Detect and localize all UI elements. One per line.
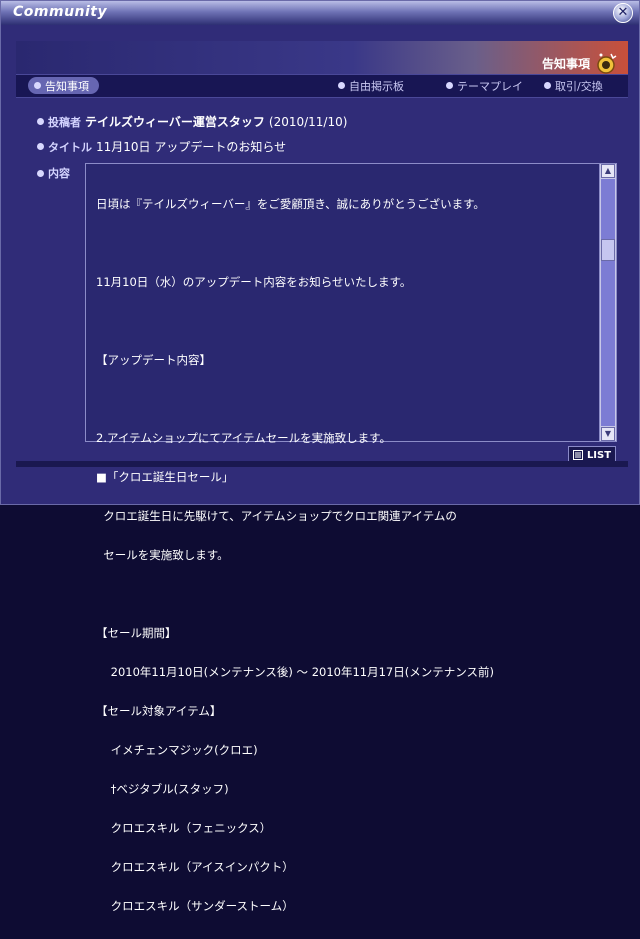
list-button-label: LIST (586, 449, 612, 461)
content-line: 【セール期間】 (96, 626, 177, 640)
notice-badge-label: 告知事項 (541, 56, 590, 71)
post-content-box[interactable]: 日頃は『テイルズウィーバー』をご愛顧頂き、誠にありがとうございます。 11月10… (85, 163, 617, 913)
content-line (96, 588, 596, 601)
tab-trade[interactable]: 取引/交換 (544, 77, 603, 94)
list-icon (572, 450, 583, 460)
author-label: 投稿者 (48, 115, 81, 129)
tab-label: 告知事項 (45, 79, 89, 93)
notice-badge: 告知事項 (542, 49, 618, 77)
tab-bar: 告知事項 自由掲示板 テーマプレイ 取引/交換 (16, 74, 628, 98)
window-body: 告知事項 告知事項 自由掲示板 テーマプレイ 取引/交換 投稿者 テイルズウィー… (1, 25, 639, 913)
content-line (96, 237, 596, 250)
post-content: 日頃は『テイルズウィーバー』をご愛顧頂き、誠にありがとうございます。 11月10… (96, 172, 596, 939)
megaphone-icon (597, 53, 617, 74)
content-line: クロエ誕生日に先駆けて、アイテムショップでクロエ関連アイテムの (96, 509, 457, 523)
content-line: 【セール対象アイテム】 (96, 704, 222, 718)
tab-free-board[interactable]: 自由掲示板 (338, 77, 404, 94)
title-bar[interactable]: Community ✕ (1, 1, 639, 25)
bullet-icon (37, 143, 44, 150)
content-line: 2010年11月10日(メンテナンス後) 〜 2010年11月17日(メンテナン… (96, 665, 494, 679)
content-line: 11月10日（水）のアップデート内容をお知らせいたします。 (96, 275, 412, 289)
close-icon: ✕ (617, 5, 629, 20)
content-line: 日頃は『テイルズウィーバー』をご愛顧頂き、誠にありがとうございます。 (96, 197, 485, 211)
content-line: イメチェンマジック(クロエ) (96, 743, 258, 757)
author-name: テイルズウィーバー運営スタッフ (85, 115, 265, 129)
tab-notices[interactable]: 告知事項 (28, 77, 99, 94)
content-line: セールを実施致します。 (96, 548, 229, 562)
content-line: クロエスキル（サンダーストーム） (96, 899, 294, 913)
scroll-thumb[interactable] (601, 239, 615, 261)
bullet-icon (446, 82, 453, 89)
content-line: †ベジタブル(スタッフ) (96, 782, 229, 796)
footer-bar (16, 461, 628, 467)
bullet-icon (544, 82, 551, 89)
content-line: ■「クロエ誕生日セール」 (96, 470, 234, 484)
tab-theme-play[interactable]: テーマプレイ (446, 77, 523, 94)
scroll-up-button[interactable]: ▲ (601, 164, 615, 178)
arrow-down-icon: ▼ (604, 429, 612, 438)
arrow-up-icon: ▲ (604, 166, 612, 175)
content-line: クロエスキル（アイスインパクト） (96, 860, 294, 874)
content-line (96, 315, 596, 328)
bullet-icon (338, 82, 345, 89)
content-scrollbar[interactable]: ▲ ▼ (599, 164, 616, 441)
scroll-track[interactable] (601, 179, 615, 426)
tab-label: 自由掲示板 (349, 79, 404, 93)
community-window: Community ✕ 告知事項 告知事項 自由掲示板 テーマプレイ 取引/交換… (0, 0, 640, 913)
content-line: 【アップデート内容】 (96, 353, 211, 367)
content-line (96, 393, 596, 406)
tab-label: テーマプレイ (457, 79, 523, 93)
scroll-down-button[interactable]: ▼ (601, 427, 615, 441)
title-row: タイトル 11月10日 アップデートのお知らせ (37, 138, 286, 155)
tab-label: 取引/交換 (555, 79, 603, 93)
bullet-icon (37, 118, 44, 125)
window-title: Community (13, 4, 108, 20)
content-line: クロエスキル（フェニックス） (96, 821, 272, 835)
close-button[interactable]: ✕ (613, 3, 633, 23)
content-line: 2.アイテムショップにてアイテムセールを実施致します。 (96, 431, 392, 445)
bullet-icon (37, 169, 44, 177)
post-date: (2010/11/10) (268, 114, 348, 129)
content-label: 内容 (48, 167, 70, 180)
title-label: タイトル (48, 140, 92, 154)
content-label-row: 内容 (37, 165, 70, 181)
author-row: 投稿者 テイルズウィーバー運営スタッフ (2010/11/10) (37, 113, 347, 130)
bullet-icon (34, 82, 41, 89)
post-title: 11月10日 アップデートのお知らせ (96, 140, 287, 154)
